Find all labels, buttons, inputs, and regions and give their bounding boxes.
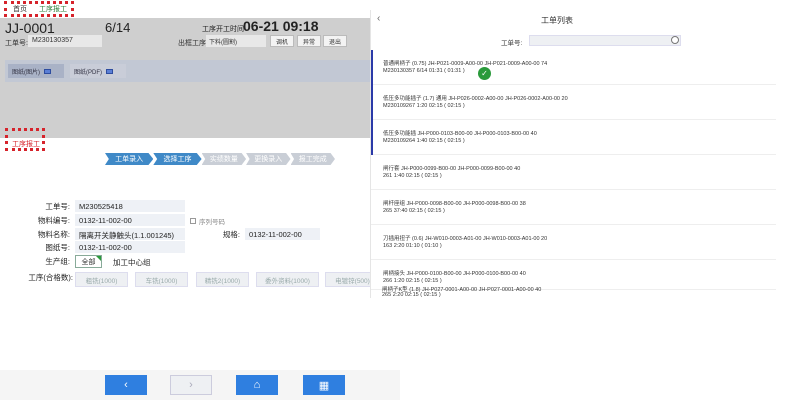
list-item-title: 低压多功能插子 (1.7) 通用 JH-P026-0002-A00-00 JH-… <box>383 96 568 102</box>
exit-process-select[interactable]: 下料(圆割) <box>206 35 266 47</box>
list-item[interactable]: 闸行套 JH-P000-0099-B00-00 JH-P000-0099-B00… <box>371 155 776 190</box>
list-item[interactable]: 普通闸柄子 (0.75) JH-P021-0009-A00-00 JH-P021… <box>371 50 776 85</box>
list-item-title: 低压多功能插 JH-P000-0103-B00-00 JH-P000-0103-… <box>383 131 537 137</box>
form-material-name-label: 物料名称: <box>37 230 70 239</box>
form-material-value: 0132-11-002-00 <box>75 214 185 226</box>
exit-process-label: 出框工序: <box>178 40 208 47</box>
panel-title: 工单列表 <box>541 16 573 25</box>
list-item[interactable]: 闸柄子K型 (1.8) JH-P027-0001-A00-00 JH-P027-… <box>370 285 775 300</box>
nav-home-link[interactable]: 首页 <box>13 4 27 14</box>
check-icon: ✓ <box>478 67 491 80</box>
order-label: 工单号: <box>5 40 28 47</box>
list-item-title: 闸柄接头 JH-P000-0100-B00-00 JH-P000-0100-B0… <box>383 271 526 277</box>
form-spec-value: 0132-11-002-00 <box>245 228 320 240</box>
list-item-title: 闸杆座组 JH-P000-0098-B00-00 JH-P000-0098-B0… <box>383 201 526 207</box>
step-order-entry: 工单录入 <box>105 153 154 165</box>
form-spec-label: 规格: <box>222 230 240 239</box>
list-item-title: 普通闸柄子 (0.75) JH-P021-0009-A00-00 JH-P021… <box>383 61 548 67</box>
search-icon[interactable] <box>671 36 679 44</box>
monitor-icon <box>44 68 51 74</box>
form-group-label: 生产组: <box>45 257 70 266</box>
order-list-panel: ‹ 工单列表 工单号: 普通闸柄子 (0.75) JH-P021-0009-A0… <box>370 10 780 298</box>
job-progress: 6/14 <box>105 20 131 35</box>
checkbox-icon <box>190 218 196 224</box>
keyboard-button[interactable]: ▦ <box>303 375 345 395</box>
form-process-label: 工序(合格数): <box>28 273 73 282</box>
step-actual-quantity: 实绩数量 <box>201 153 247 165</box>
adjust-button[interactable]: 调机 <box>270 35 294 47</box>
list-item-detail: 266 1:20 02:15 ( 02:15 ) <box>383 278 442 284</box>
list-item[interactable]: 闸杆座组 JH-P000-0098-B00-00 JH-P000-0098-B0… <box>371 190 776 225</box>
exit-button[interactable]: 退出 <box>323 35 347 47</box>
breadcrumb: 首页 工序报工 <box>4 1 74 17</box>
group-cnc-chip[interactable]: 加工中心组 <box>113 257 151 268</box>
search-label: 工单号: <box>501 40 523 47</box>
process-button[interactable]: 粗铣(1000) <box>75 272 128 287</box>
start-time-label: 工序开工时间 <box>202 26 244 33</box>
top-nav: 首页 工序报工 <box>0 0 400 18</box>
form-order-label: 工单号: <box>45 202 70 211</box>
list-item[interactable]: 低压多功能插 JH-P000-0103-B00-00 JH-P000-0103-… <box>371 120 776 155</box>
process-button[interactable]: 精铣2(1000) <box>196 272 249 287</box>
nav-current-link[interactable]: 工序报工 <box>39 4 67 14</box>
list-item-detail: 163 2:20 01:10 ( 01:10 ) <box>383 243 442 249</box>
form-drawing-value: 0132-11-002-00 <box>75 241 185 253</box>
process-button[interactable]: 车铣(1000) <box>135 272 188 287</box>
home-button[interactable]: ⌂ <box>236 375 278 395</box>
step-report-done: 报工完成 <box>290 153 335 165</box>
search-input[interactable] <box>529 35 681 46</box>
back-button[interactable]: ‹ <box>105 375 147 395</box>
start-time: 06-21 09:18 <box>243 18 319 34</box>
form-material-label: 物料编号: <box>37 216 70 225</box>
list-item-detail: M230109267 1:20 02:15 ( 02:15 ) <box>383 103 465 109</box>
form-drawing-label: 图纸号: <box>45 243 70 252</box>
list-item[interactable]: 低压多功能插子 (1.7) 通用 JH-P026-0002-A00-00 JH-… <box>371 85 776 120</box>
order-value: M230130357 <box>28 35 102 47</box>
list-item-detail: M230109264 1:40 02:15 ( 02:15 ) <box>383 138 465 144</box>
list-item[interactable]: 刀插用扭子 (0.6) JH-W010-0003-A01-00 JH-W010-… <box>371 225 776 260</box>
tab-drawing-image[interactable]: 图纸(图片) <box>8 64 64 78</box>
monitor-icon <box>106 68 113 74</box>
panel-back-icon[interactable]: ‹ <box>377 13 380 24</box>
process-button[interactable]: 委外资料(1000) <box>256 272 319 287</box>
report-pane: 首页 工序报工 JJ-0001 6/14 工序开工时间 06-21 09:18 … <box>0 0 400 400</box>
tab-drawing-pdf-label: 图纸(PDF) <box>74 69 102 76</box>
form-order-value: M230525418 <box>75 200 185 212</box>
job-code: JJ-0001 <box>5 20 55 36</box>
list-item-title: 闸行套 JH-P000-0099-B00-00 JH-P000-0099-B00… <box>383 166 521 172</box>
list-item-detail: 265 2:20 02:15 ( 02:15 ) <box>382 292 441 298</box>
abnormal-button[interactable]: 异常 <box>297 35 321 47</box>
process-report-label: 工序报工 <box>12 141 40 148</box>
list-item-title: 刀插用扭子 (0.6) JH-W010-0003-A01-00 JH-W010-… <box>383 236 548 242</box>
list-item-detail: M230130357 6/14 01:31 ( 01:31 ) <box>383 68 465 74</box>
step-change-entry: 更换录入 <box>246 153 291 165</box>
form-material-name-value: 隔离开关静触头(1.1.001245) <box>75 228 185 240</box>
tab-drawing-pdf[interactable]: 图纸(PDF) <box>70 64 126 78</box>
step-bar: 工单录入 选择工序 实绩数量 更换录入 报工完成 <box>105 153 335 165</box>
tab-drawing-image-label: 图纸(图片) <box>12 69 40 76</box>
serial-number-checkbox[interactable]: 序列号码 <box>190 216 225 226</box>
serial-number-label: 序列号码 <box>199 219 225 226</box>
list-item-detail: 261 1:40 02:15 ( 02:15 ) <box>383 173 442 179</box>
group-all-chip[interactable]: 全部 <box>75 255 102 268</box>
process-report-button[interactable]: 工序报工 <box>5 128 45 151</box>
step-select-process: 选择工序 <box>153 153 202 165</box>
list-item-detail: 265 37:40 02:15 ( 02:15 ) <box>383 208 445 214</box>
next-button[interactable]: › <box>170 375 212 395</box>
